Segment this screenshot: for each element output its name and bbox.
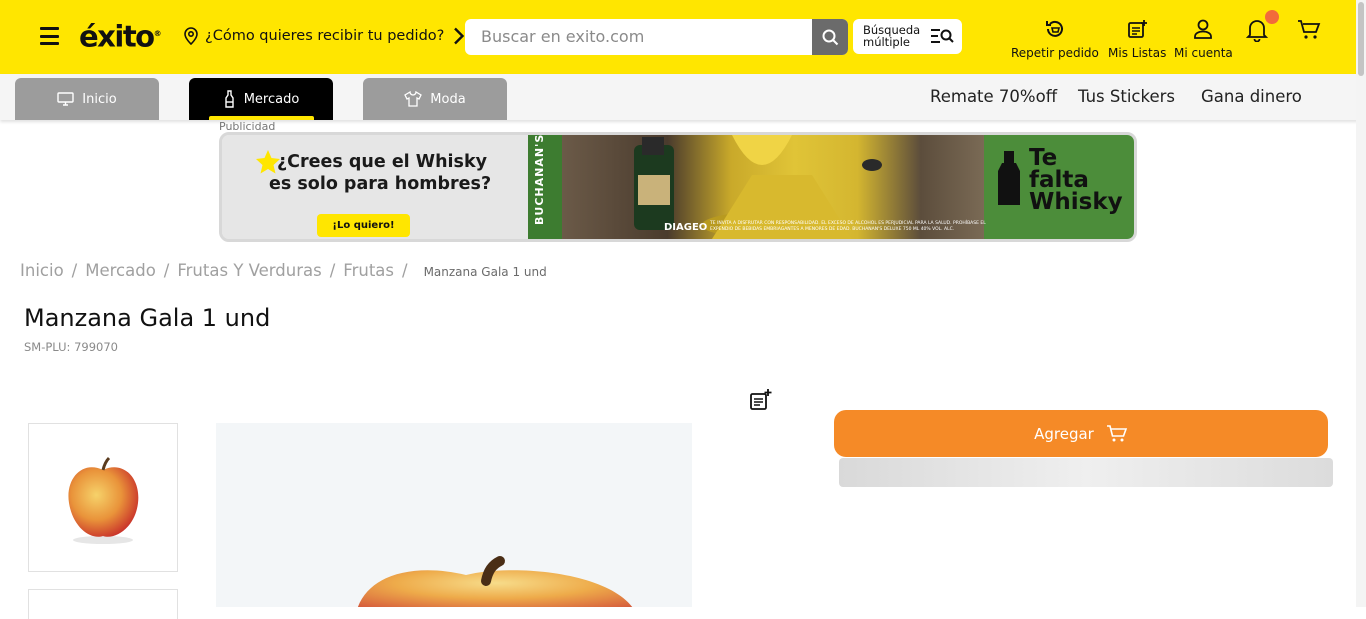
breadcrumb-frutas[interactable]: Frutas [343,261,394,280]
ad-headline-1: ¿Crees que el Whisky [277,152,487,172]
loading-placeholder [839,458,1333,487]
user-icon [1194,19,1213,39]
whisky-bottle-icon [998,151,1020,205]
my-account-button[interactable]: Mi cuenta [1174,18,1233,60]
notifications-button[interactable] [1245,10,1279,46]
repeat-order-button[interactable]: Repetir pedido [1011,18,1099,60]
add-to-cart-button[interactable]: Agregar [834,410,1328,457]
page-scrollbar[interactable] [1356,0,1366,607]
tab-moda[interactable]: Moda [363,78,507,120]
nav-link-stickers[interactable]: Tus Stickers [1078,87,1175,106]
shirt-icon [404,91,423,107]
add-to-list-button[interactable] [749,388,773,416]
delivery-location-selector[interactable]: ¿Cómo quieres recibir tu pedido? [183,27,466,45]
menu-icon[interactable] [40,27,59,45]
cart-button[interactable] [1297,19,1321,45]
product-thumbnail[interactable] [28,423,178,572]
breadcrumb-frutas-verduras[interactable]: Frutas Y Verduras [177,261,321,280]
breadcrumb: Inicio / Mercado / Frutas Y Verduras / Frut… [20,261,547,280]
ad-sponsor: DIAGEO [664,222,708,233]
ad-legal: TE INVITA A DISFRUTAR CON RESPONSABILIDA… [710,221,986,232]
lists-icon [1128,20,1148,38]
bottle-icon [225,90,234,108]
tab-mercado[interactable]: Mercado [189,78,333,120]
location-prompt: ¿Cómo quieres recibir tu pedido? [205,28,445,44]
exito-logo[interactable]: éxito® [79,16,162,55]
add-to-list-icon [750,389,772,410]
tab-inicio[interactable]: Inicio [15,78,159,120]
search-icon [822,29,838,45]
product-main-image[interactable] [216,423,692,607]
breadcrumb-current: Manzana Gala 1 und [423,265,547,279]
notification-badge [1265,10,1279,24]
ad-headline-2: es solo para hombres? [269,174,492,194]
list-search-icon [931,29,954,43]
location-pin-icon [184,27,198,45]
chevron-right-icon [454,27,465,45]
multi-search-button[interactable]: Búsqueda múltiple [853,19,962,54]
cart-icon [1106,424,1127,441]
breadcrumb-mercado[interactable]: Mercado [85,261,156,280]
nav-link-gana-dinero[interactable]: Gana dinero [1201,87,1302,106]
logo-text: éxito [79,19,155,54]
product-sku: SM-PLU: 799070 [24,340,118,354]
ad-photo: DIAGEO TE INVITA A DISFRUTAR CON RESPONS… [562,135,986,239]
top-header: éxito® ¿Cómo quieres recibir tu pedido? … [0,0,1366,74]
cart-icon [1298,20,1321,39]
ad-brand: BUCHANAN'S [533,133,546,225]
breadcrumb-inicio[interactable]: Inicio [20,261,64,280]
search-bar: Buscar en exito.com [465,19,848,55]
ad-cta-button[interactable]: ¡Lo quiero! [317,214,410,237]
product-title: Manzana Gala 1 und [24,304,271,332]
bell-icon [1245,20,1269,43]
apple-image [68,456,139,544]
search-button[interactable] [812,19,848,55]
ad-banner[interactable]: ¿Crees que el Whisky es solo para hombre… [219,132,1137,242]
nav-link-remate[interactable]: Remate 70%off [930,87,1057,106]
my-lists-button[interactable]: Mis Listas [1108,18,1166,60]
scrollbar-thumb[interactable] [1358,2,1364,76]
monitor-icon [57,92,74,106]
ad-tagline: Te falta Whisky [1029,145,1123,215]
product-thumbnail-2[interactable] [28,589,178,619]
search-input[interactable]: Buscar en exito.com [481,27,644,46]
repeat-order-icon [1045,20,1063,37]
